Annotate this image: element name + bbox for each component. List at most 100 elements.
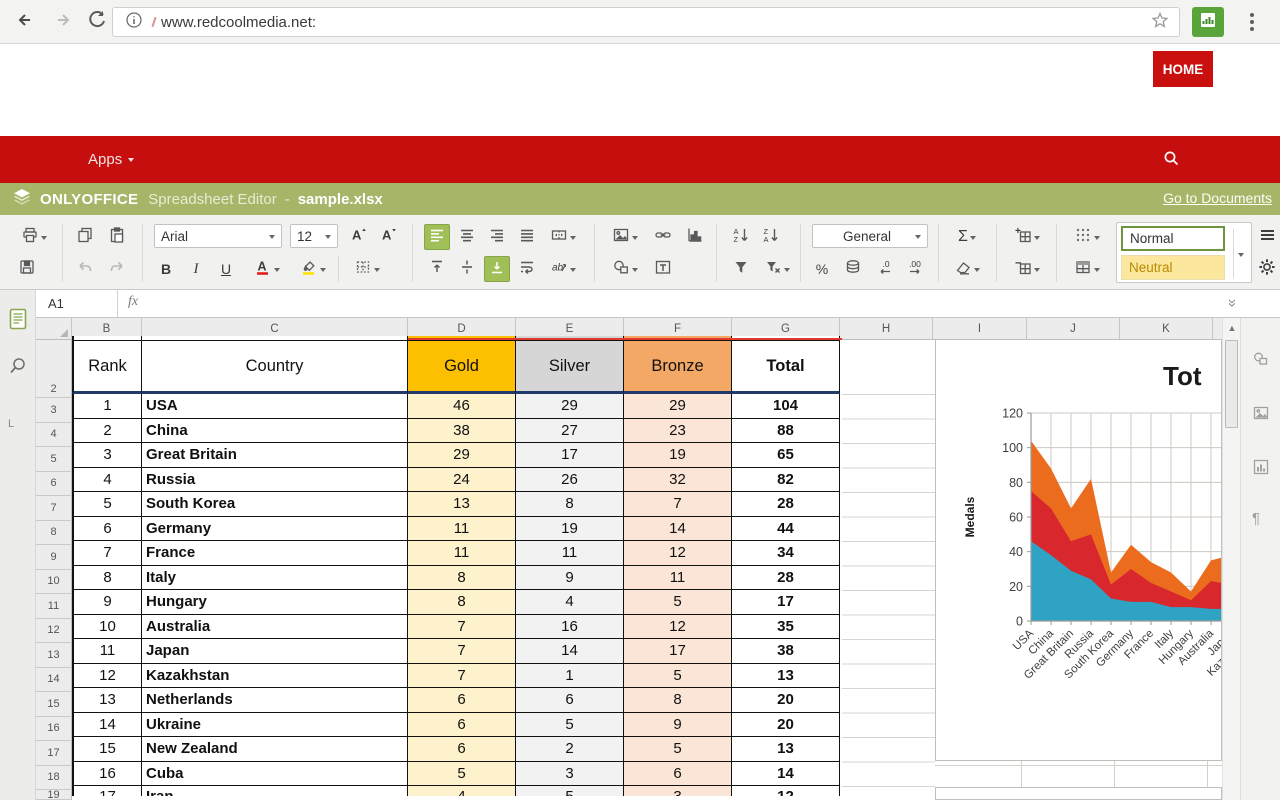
cell-total[interactable]: 65 — [732, 443, 840, 468]
valign-middle-button[interactable] — [454, 256, 480, 282]
row-header-6[interactable]: 6 — [36, 472, 72, 497]
cell-country[interactable]: Netherlands — [142, 688, 408, 713]
clear-filter-button[interactable] — [758, 256, 796, 282]
cell-country[interactable]: New Zealand — [142, 737, 408, 762]
row-header-10[interactable]: 10 — [36, 570, 72, 595]
cell-total[interactable]: 44 — [732, 517, 840, 542]
cell-total[interactable]: 104 — [732, 394, 840, 419]
cell-style-gallery[interactable]: Normal Neutral — [1116, 222, 1252, 283]
cell-rank[interactable]: 15 — [72, 737, 142, 762]
cell-gold[interactable]: 7 — [408, 664, 516, 689]
cell-country[interactable]: Italy — [142, 566, 408, 591]
cell-bronze[interactable]: 5 — [624, 590, 732, 615]
cell-country[interactable]: Hungary — [142, 590, 408, 615]
cell-rank[interactable]: 16 — [72, 762, 142, 787]
cell-rank[interactable]: 4 — [72, 468, 142, 493]
borders-button[interactable] — [348, 256, 386, 282]
cell-silver[interactable]: 5 — [516, 713, 624, 738]
row-headers[interactable]: 2345678910111213141516171819 — [36, 340, 72, 800]
cell-country[interactable]: Iran — [142, 786, 408, 796]
go-to-documents-link[interactable]: Go to Documents — [1163, 190, 1272, 206]
row-header-3[interactable]: 3 — [36, 398, 72, 423]
cell-rank[interactable]: 11 — [72, 639, 142, 664]
collapse-toolbar-icon[interactable] — [1256, 224, 1278, 250]
cell-bronze[interactable]: 12 — [624, 541, 732, 566]
home-button[interactable]: HOME — [1153, 51, 1213, 87]
cell-total[interactable]: 28 — [732, 492, 840, 517]
formula-input[interactable] — [154, 290, 1218, 317]
cell-country[interactable]: USA — [142, 394, 408, 419]
cell-bronze[interactable]: 5 — [624, 664, 732, 689]
font-size-select[interactable]: 12 — [290, 224, 338, 248]
cell-rank[interactable]: 13 — [72, 688, 142, 713]
align-right-button[interactable] — [484, 224, 510, 250]
cell-total[interactable]: 13 — [732, 664, 840, 689]
named-ranges-button[interactable] — [1068, 224, 1106, 250]
cell-silver[interactable]: 16 — [516, 615, 624, 640]
copy-button[interactable] — [72, 224, 98, 250]
cell-total[interactable]: 82 — [732, 468, 840, 493]
cell-gold[interactable]: 24 — [408, 468, 516, 493]
underline-button[interactable]: U — [214, 256, 238, 282]
cell-gold[interactable]: 11 — [408, 517, 516, 542]
row-header-18[interactable]: 18 — [36, 766, 72, 791]
cell-gold[interactable]: 11 — [408, 541, 516, 566]
cell-silver[interactable]: 4 — [516, 590, 624, 615]
cell-silver[interactable]: 6 — [516, 688, 624, 713]
cell-gold[interactable]: 5 — [408, 762, 516, 787]
cell-bronze[interactable]: 14 — [624, 517, 732, 542]
column-header-J[interactable]: J — [1027, 318, 1120, 340]
paragraph-settings-icon[interactable]: ¶ — [1252, 510, 1260, 527]
autosum-button[interactable]: Σ — [948, 224, 986, 250]
cell-total[interactable]: 88 — [732, 419, 840, 444]
info-icon[interactable] — [125, 11, 143, 34]
fill-color-button[interactable] — [294, 256, 332, 282]
style-neutral[interactable]: Neutral — [1121, 255, 1225, 280]
vertical-scrollbar[interactable]: ▲ — [1222, 318, 1240, 800]
save-button[interactable] — [14, 256, 40, 282]
text-orientation-button[interactable]: ab — [544, 256, 582, 282]
bold-button[interactable]: B — [154, 256, 178, 282]
cell-gold[interactable]: 6 — [408, 737, 516, 762]
row-header-11[interactable]: 11 — [36, 594, 72, 619]
cell-gold[interactable]: 8 — [408, 590, 516, 615]
cell-bronze[interactable]: 32 — [624, 468, 732, 493]
row-header-19[interactable]: 19 — [36, 790, 72, 800]
column-header-H[interactable]: H — [840, 318, 933, 340]
sort-asc-button[interactable]: AZ — [728, 224, 754, 250]
decrease-font-button[interactable]: A — [376, 224, 402, 250]
cell-total[interactable]: 14 — [732, 762, 840, 787]
align-left-button[interactable] — [424, 224, 450, 250]
paste-button[interactable] — [104, 224, 130, 250]
cell-country[interactable]: Russia — [142, 468, 408, 493]
justify-button[interactable] — [514, 224, 540, 250]
align-center-button[interactable] — [454, 224, 480, 250]
medal-table[interactable]: RankCountryGoldSilverBronzeTotal1USA4629… — [72, 336, 842, 796]
redo-button[interactable] — [104, 256, 130, 282]
valign-top-button[interactable] — [424, 256, 450, 282]
clear-button[interactable] — [948, 256, 986, 282]
cell-total[interactable]: 34 — [732, 541, 840, 566]
cell-total[interactable]: 13 — [732, 737, 840, 762]
cell-rank[interactable]: 1 — [72, 394, 142, 419]
cell-silver[interactable]: 5 — [516, 786, 624, 796]
address-bar[interactable]: www.redcoolmedia.net: — [112, 7, 1180, 37]
cell-rank[interactable]: 6 — [72, 517, 142, 542]
forward-icon[interactable] — [48, 8, 76, 36]
cell-gold[interactable]: 13 — [408, 492, 516, 517]
cell-gold[interactable]: 29 — [408, 443, 516, 468]
cell-rank[interactable]: 9 — [72, 590, 142, 615]
italic-button[interactable]: I — [184, 256, 208, 282]
format-as-table-button[interactable] — [1068, 256, 1106, 282]
cell-silver[interactable]: 8 — [516, 492, 624, 517]
row-header-14[interactable]: 14 — [36, 668, 72, 693]
search-icon[interactable] — [8, 356, 28, 381]
cell-bronze[interactable]: 11 — [624, 566, 732, 591]
cell-country[interactable]: France — [142, 541, 408, 566]
cell-bronze[interactable]: 12 — [624, 615, 732, 640]
browser-menu-icon[interactable] — [1244, 10, 1260, 34]
cell-silver[interactable]: 9 — [516, 566, 624, 591]
back-icon[interactable] — [12, 8, 40, 36]
undo-button[interactable] — [72, 256, 98, 282]
second-chart-partial[interactable] — [935, 787, 1222, 800]
